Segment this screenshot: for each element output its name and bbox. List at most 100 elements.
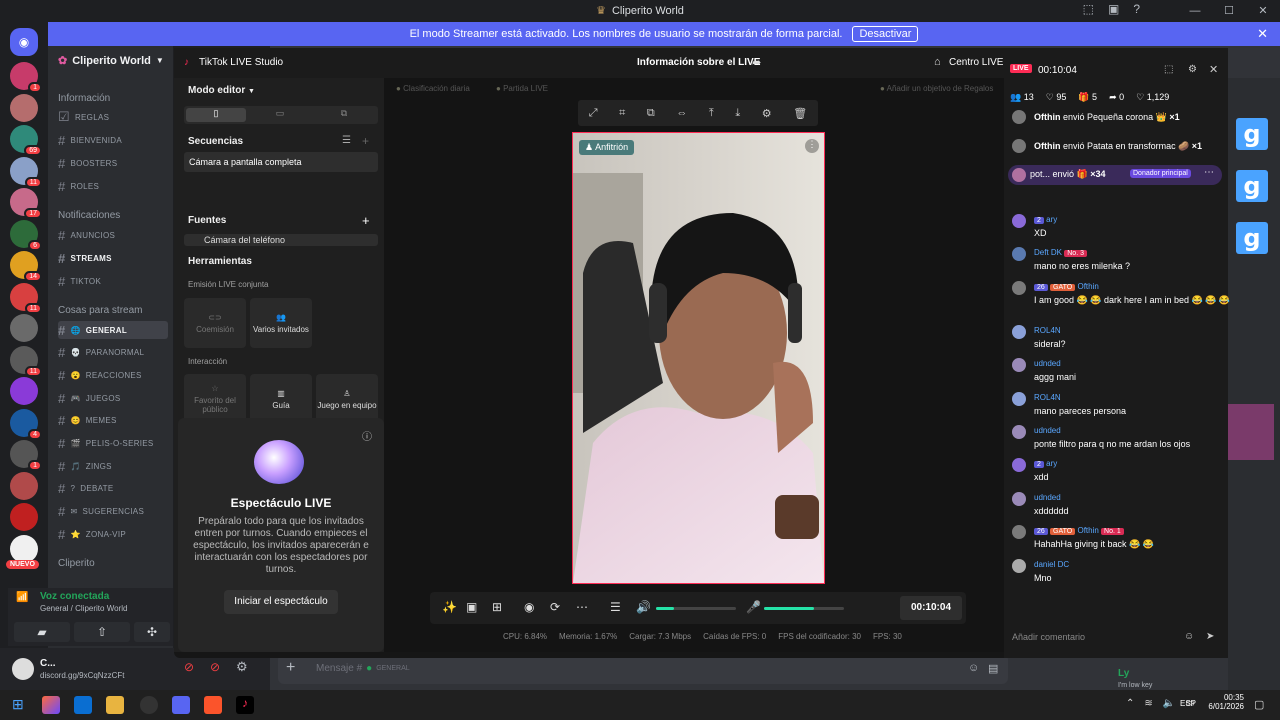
send-icon[interactable]: ➤ — [1206, 631, 1214, 642]
chevron-up-icon[interactable]: ⌃ — [1126, 698, 1134, 709]
share-icon[interactable]: ➦ — [752, 56, 761, 69]
portrait-button[interactable]: ▯ — [186, 108, 246, 122]
channel-streams[interactable]: # STREAMS — [58, 249, 170, 267]
message-input[interactable]: + Mensaje # ● GENERAL ☺ ▤ — [278, 654, 1008, 684]
maximize-button[interactable]: ☐ — [1212, 0, 1246, 21]
channel-reacciones[interactable]: # 😮 REACCIONES — [58, 366, 170, 384]
flip-icon[interactable]: ⇔ — [676, 107, 687, 119]
camera-preview[interactable]: ♟ Anfitrión ⋮ — [572, 132, 825, 584]
more-icon[interactable]: ⋯ — [1204, 167, 1214, 178]
server-icon[interactable]: 6 — [10, 219, 42, 251]
inbox-icon[interactable]: ⬚ — [1083, 2, 1094, 16]
chat-username[interactable]: udnded — [1034, 359, 1061, 368]
screen-add-icon[interactable]: ▣ — [466, 600, 477, 614]
channel-tiktok[interactable]: # TIKTOK — [58, 272, 170, 290]
chat-username[interactable]: 26 GATO Ofthin No. 1 — [1034, 526, 1124, 536]
tiktok-icon[interactable]: ♪ — [236, 696, 254, 714]
server-icon[interactable] — [10, 503, 38, 531]
layer-down-icon[interactable]: ⤓ — [735, 107, 740, 120]
gear-icon[interactable]: ⚙ — [236, 659, 248, 675]
chat-username[interactable]: ROL4N — [1034, 326, 1061, 335]
mic-icon[interactable]: 🎤 — [746, 600, 761, 614]
discord-home-icon[interactable]: ◉ — [10, 28, 38, 56]
channel-juegos[interactable]: # 🎮 JUEGOS — [58, 389, 170, 407]
settings-icon[interactable]: ⚙ — [1188, 64, 1197, 75]
guide-button[interactable]: ▥ Guía — [250, 374, 312, 424]
replay-icon[interactable]: ⟳ — [550, 600, 560, 614]
layers-button[interactable]: ⧉ — [314, 108, 374, 122]
help-icon[interactable]: ⓘ — [362, 428, 372, 443]
avatar[interactable] — [12, 658, 34, 680]
channel-pelis-o-series[interactable]: # 🎬 PELIS-O-SERIES — [58, 435, 170, 453]
server-header[interactable]: ✿ Cliperito World ▼ — [58, 54, 164, 68]
chat-username[interactable]: ROL4N — [1034, 393, 1061, 402]
channel-sugerencias[interactable]: # ✉ SUGERENCIAS — [58, 503, 170, 521]
obs-icon[interactable] — [140, 696, 158, 714]
screen-share-button[interactable]: ⇧ — [74, 622, 130, 642]
chat-username[interactable]: 26 GATO Ofthin — [1034, 282, 1099, 291]
chat-username[interactable]: daniel DC — [1034, 560, 1069, 569]
start-show-button[interactable]: Iniciar el espectáculo — [224, 590, 338, 614]
server-icon[interactable]: 17 — [10, 188, 42, 219]
filters-icon[interactable]: ☰ — [610, 600, 621, 614]
chat-username[interactable]: 2 ary — [1034, 459, 1057, 469]
game-logo-icon[interactable]: g — [1236, 118, 1268, 150]
category-cliperito[interactable]: Cliperito — [58, 558, 95, 569]
server-icon[interactable] — [10, 377, 38, 405]
server-icon[interactable]: 1 — [10, 440, 42, 471]
live-match-label[interactable]: ● Partida LIVE — [496, 84, 548, 93]
list-icon[interactable]: ☰ — [342, 135, 351, 146]
channel-memes[interactable]: # 😊 MEMES — [58, 412, 170, 430]
category-notifications[interactable]: Notificaciones — [58, 210, 120, 221]
server-icon[interactable] — [10, 534, 38, 563]
volume-icon[interactable]: 🔊 — [636, 600, 651, 614]
landscape-button[interactable]: ▭ — [250, 108, 310, 122]
chat-username[interactable]: udnded — [1034, 493, 1061, 502]
layout-icon[interactable]: ⊞ — [492, 600, 502, 614]
server-icon[interactable]: 11 — [10, 282, 42, 314]
comment-input[interactable]: Añadir comentario ☺ ➤ — [1004, 622, 1228, 658]
channel-anuncios[interactable]: # ANUNCIOS — [58, 226, 170, 244]
mic-slider[interactable] — [764, 607, 844, 610]
crop-icon[interactable]: ⌗ — [619, 107, 625, 120]
chat-username[interactable]: Deft DK No. 3 — [1034, 248, 1087, 258]
mute-icon[interactable]: ⊘ — [184, 660, 194, 674]
multi-guest-button[interactable]: 👥 Varios invitados — [250, 298, 312, 348]
live-center-link[interactable]: Centro LIVE — [949, 57, 1003, 68]
more-options-icon[interactable]: ⋯ — [576, 600, 588, 614]
close-chat-icon[interactable]: ✕ — [1209, 63, 1218, 76]
mode-selector[interactable]: Modo editor ▼ — [188, 85, 255, 96]
voice-channel[interactable]: General / Cliperito World — [40, 604, 127, 613]
member-name[interactable]: Ly — [1118, 668, 1129, 679]
chat-username[interactable]: 2 ary — [1034, 215, 1057, 224]
emoji-icon[interactable]: ☺ — [1184, 631, 1194, 642]
magic-icon[interactable]: ✨ — [442, 600, 457, 614]
clock[interactable]: 00:35 6/01/2026 — [1200, 693, 1244, 711]
record-icon[interactable]: ◉ — [524, 600, 534, 614]
wifi-icon[interactable]: ≋ — [1144, 698, 1152, 709]
activities-button[interactable]: ✣ — [134, 622, 170, 642]
channel-paranormal[interactable]: # 💀 PARANORMAL — [58, 344, 170, 362]
channel-boosters[interactable]: # BOOSTERS — [58, 154, 170, 172]
store-icon[interactable] — [74, 696, 92, 714]
add-source-icon[interactable]: + — [362, 213, 370, 228]
more-icon[interactable]: ⋮ — [805, 139, 819, 153]
settings-icon[interactable]: ⚙ — [762, 107, 772, 120]
cohost-button[interactable]: ⊂⊃ Coemisión — [184, 298, 246, 348]
banner-close-icon[interactable]: ✕ — [1257, 26, 1268, 42]
server-icon[interactable] — [10, 93, 38, 122]
language-indicator[interactable]: ESP — [1180, 699, 1196, 708]
game-logo-icon[interactable]: g — [1236, 170, 1268, 202]
team-game-button[interactable]: ♙ Juego en equipo — [316, 374, 378, 424]
discord-icon[interactable] — [172, 696, 190, 714]
deactivate-button[interactable]: Desactivar — [852, 26, 919, 42]
copy-icon[interactable]: ⧉ — [647, 107, 655, 120]
channel-general[interactable]: # 🌐 GENERAL — [58, 321, 168, 339]
server-icon[interactable]: 11 — [10, 156, 42, 188]
game-logo-icon[interactable]: g — [1236, 222, 1268, 254]
notification-icon[interactable]: ▢ — [1254, 698, 1264, 711]
channel-zona-vip[interactable]: # ⭐ ZONA-VIP — [58, 525, 170, 543]
favorite-button[interactable]: ☆ Favorito del público — [184, 374, 246, 424]
server-icon[interactable]: 69 — [10, 125, 42, 156]
server-icon[interactable]: 14 — [10, 251, 42, 282]
